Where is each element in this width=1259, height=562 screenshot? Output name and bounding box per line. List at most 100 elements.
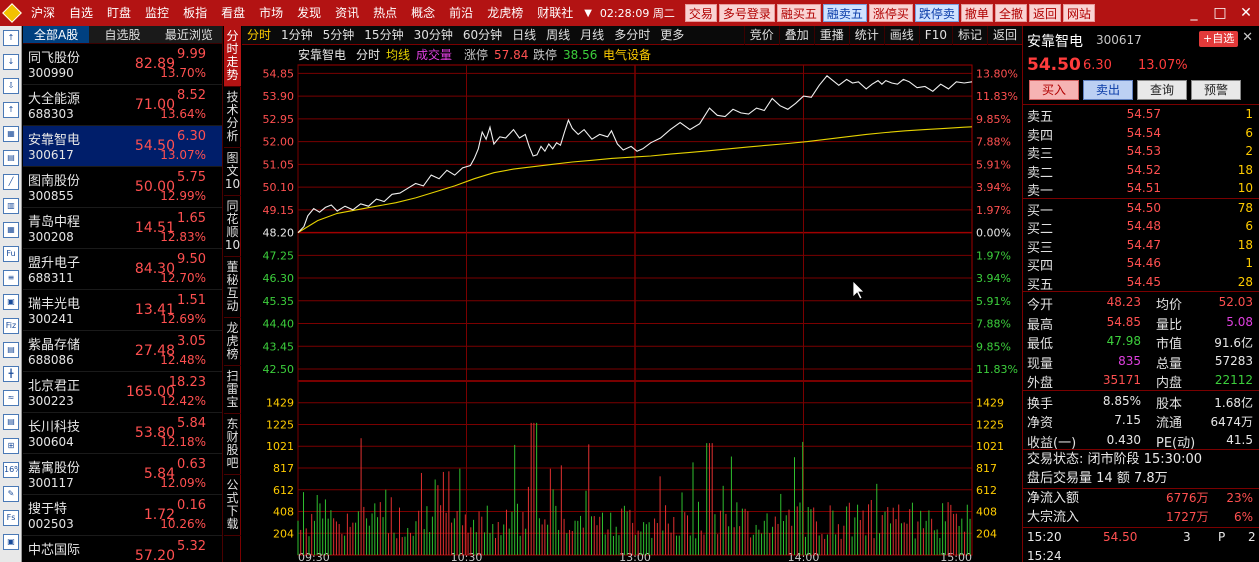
period-tab[interactable]: 月线 [575,26,609,45]
toolbar-icon[interactable]: ▣ [3,534,19,550]
trade-button[interactable]: 全撤 [994,4,1027,22]
maximize-icon[interactable]: □ [1207,0,1233,26]
menu-item[interactable]: 沪深 [24,0,62,26]
trade-button[interactable]: 撤单 [960,4,993,22]
menu-item[interactable]: 监控 [138,0,176,26]
toolbar-icon[interactable]: ▥ [3,198,19,214]
trade-button[interactable]: 交易 [684,4,717,22]
watchlist-row[interactable]: 紫晶存储 688086 27.48 3.05 12.48% [23,331,222,372]
minimize-icon[interactable]: _ [1181,0,1207,26]
period-tab[interactable]: 更多 [655,26,689,45]
side-tab[interactable]: 东财股吧 [224,414,241,475]
toolbar-icon[interactable]: ▦ [3,222,19,238]
watchlist-tab[interactable]: 最近浏览 [156,26,222,43]
watchlist-tab[interactable]: 全部A股 [23,26,90,43]
toolbar-icon[interactable]: 16% [3,462,19,478]
trade-button[interactable]: 网站 [1062,4,1095,22]
watchlist-row[interactable]: 图南股份 300855 50.00 5.75 12.99% [23,167,222,208]
toolbar-icon[interactable]: ▤ [3,150,19,166]
toolbar-icon[interactable]: ⇩ [3,78,19,94]
side-tab[interactable]: 同花顺10 [224,196,241,257]
toolbar-icon[interactable]: Fiz [3,318,19,334]
menu-item[interactable]: 看盘 [214,0,252,26]
toolbar-icon[interactable]: Fu [3,246,19,262]
menu-item[interactable]: 概念 [404,0,442,26]
side-tab[interactable]: 分时走势 [224,26,241,87]
toolbar-icon[interactable]: ▤ [3,414,19,430]
toolbar-icon[interactable]: ↑ [3,102,19,118]
toolbar-icon[interactable]: ≈ [3,390,19,406]
watchlist-row[interactable]: 安靠智电 300617 54.50 6.30 13.07% [23,126,222,167]
side-tab[interactable]: 技术分析 [224,87,241,148]
trade-button[interactable]: 跌停卖 [914,4,959,22]
buy-button[interactable]: 买入 [1029,80,1079,100]
side-tab[interactable]: 公式下载 [224,475,241,536]
menu-item[interactable]: 资讯 [328,0,366,26]
menu-item[interactable]: 财联社 [530,0,580,26]
period-tab[interactable]: 1分钟 [276,26,318,45]
trade-button[interactable]: 融买五 [776,4,821,22]
toolbar-icon[interactable]: ↑ [3,30,19,46]
watchlist-row[interactable]: 大全能源 688303 71.00 8.52 13.64% [23,85,222,126]
menu-item[interactable]: 盯盘 [100,0,138,26]
toolbar-icon[interactable]: ╱ [3,174,19,190]
period-tab[interactable]: 周线 [541,26,575,45]
trade-button[interactable]: 多号登录 [718,4,775,22]
toolbar-icon[interactable]: ≡ [3,270,19,286]
alert-button[interactable]: 预警 [1191,80,1241,100]
trade-button[interactable]: 涨停买 [868,4,913,22]
add-watchlist-button[interactable]: +自选 [1199,31,1239,47]
toolbar-icon[interactable]: ▤ [3,342,19,358]
period-tab[interactable]: 60分钟 [458,26,507,45]
chart-tool-button[interactable]: 重播 [813,25,849,45]
trade-button[interactable]: 返回 [1028,4,1061,22]
watchlist-row[interactable]: 长川科技 300604 53.80 5.84 12.18% [23,413,222,454]
side-tab[interactable]: 龙虎榜 [224,318,241,366]
watchlist-row[interactable]: 青岛中程 300208 14.51 1.65 12.83% [23,208,222,249]
menu-dropdown-icon[interactable]: ▼ [580,8,596,19]
close-window-icon[interactable]: ✕ [1233,0,1259,26]
side-tab[interactable]: 董秘互动 [224,257,241,318]
toolbar-icon[interactable]: ╋ [3,366,19,382]
side-tab[interactable]: 扫雷宝 [224,366,241,414]
intraday-chart[interactable]: 54.85 13.80% 53.90 11.83% 52.95 9.85% 52.00 7.8… [242,45,1022,562]
watchlist-row[interactable]: 搜于特 002503 1.72 0.16 10.26% [23,495,222,536]
chart-tool-button[interactable]: 返回 [986,25,1022,45]
period-tab[interactable]: 5分钟 [318,26,360,45]
period-tab[interactable]: 30分钟 [409,26,458,45]
watchlist-row[interactable]: 北京君正 300223 165.00 18.23 12.42% [23,372,222,413]
chart-tool-button[interactable]: 竞价 [743,25,779,45]
chart-tool-button[interactable]: 叠加 [778,25,814,45]
watchlist-row[interactable]: 同飞股份 300990 82.89 9.99 13.70% [23,44,222,85]
menu-item[interactable]: 板指 [176,0,214,26]
menu-item[interactable]: 热点 [366,0,404,26]
toolbar-icon[interactable]: Fs [3,510,19,526]
toolbar-icon[interactable]: ▦ [3,126,19,142]
close-icon[interactable]: ✕ [1242,30,1253,45]
period-tab[interactable]: 多分时 [609,26,655,45]
trade-button[interactable]: 融卖五 [822,4,867,22]
sell-button[interactable]: 卖出 [1083,80,1133,100]
period-tab[interactable]: 日线 [507,26,541,45]
toolbar-icon[interactable]: ▣ [3,294,19,310]
watchlist-tab[interactable]: 自选股 [89,26,155,43]
toolbar-icon[interactable]: ⊞ [3,438,19,454]
chart-tool-button[interactable]: 标记 [951,25,987,45]
period-tab[interactable]: 分时 [242,26,276,45]
menu-item[interactable]: 市场 [252,0,290,26]
app-logo-icon[interactable] [0,0,24,26]
query-button[interactable]: 查询 [1137,80,1187,100]
watchlist-row[interactable]: 嘉寓股份 300117 5.84 0.63 12.09% [23,454,222,495]
chart-tool-button[interactable]: 画线 [883,25,919,45]
watchlist-row[interactable]: 瑞丰光电 300241 13.41 1.51 12.69% [23,290,222,331]
chart-tool-button[interactable]: 统计 [848,25,884,45]
toolbar-icon[interactable]: ↓ [3,54,19,70]
chart-tool-button[interactable]: F10 [918,25,952,45]
menu-item[interactable]: 龙虎榜 [480,0,530,26]
side-tab[interactable]: 图文10 [224,148,241,196]
menu-item[interactable]: 自选 [62,0,100,26]
menu-item[interactable]: 发现 [290,0,328,26]
toolbar-icon[interactable]: ✎ [3,486,19,502]
watchlist-row[interactable]: 中芯国际 57.20 5.32 [23,536,222,562]
watchlist-row[interactable]: 盟升电子 688311 84.30 9.50 12.70% [23,249,222,290]
